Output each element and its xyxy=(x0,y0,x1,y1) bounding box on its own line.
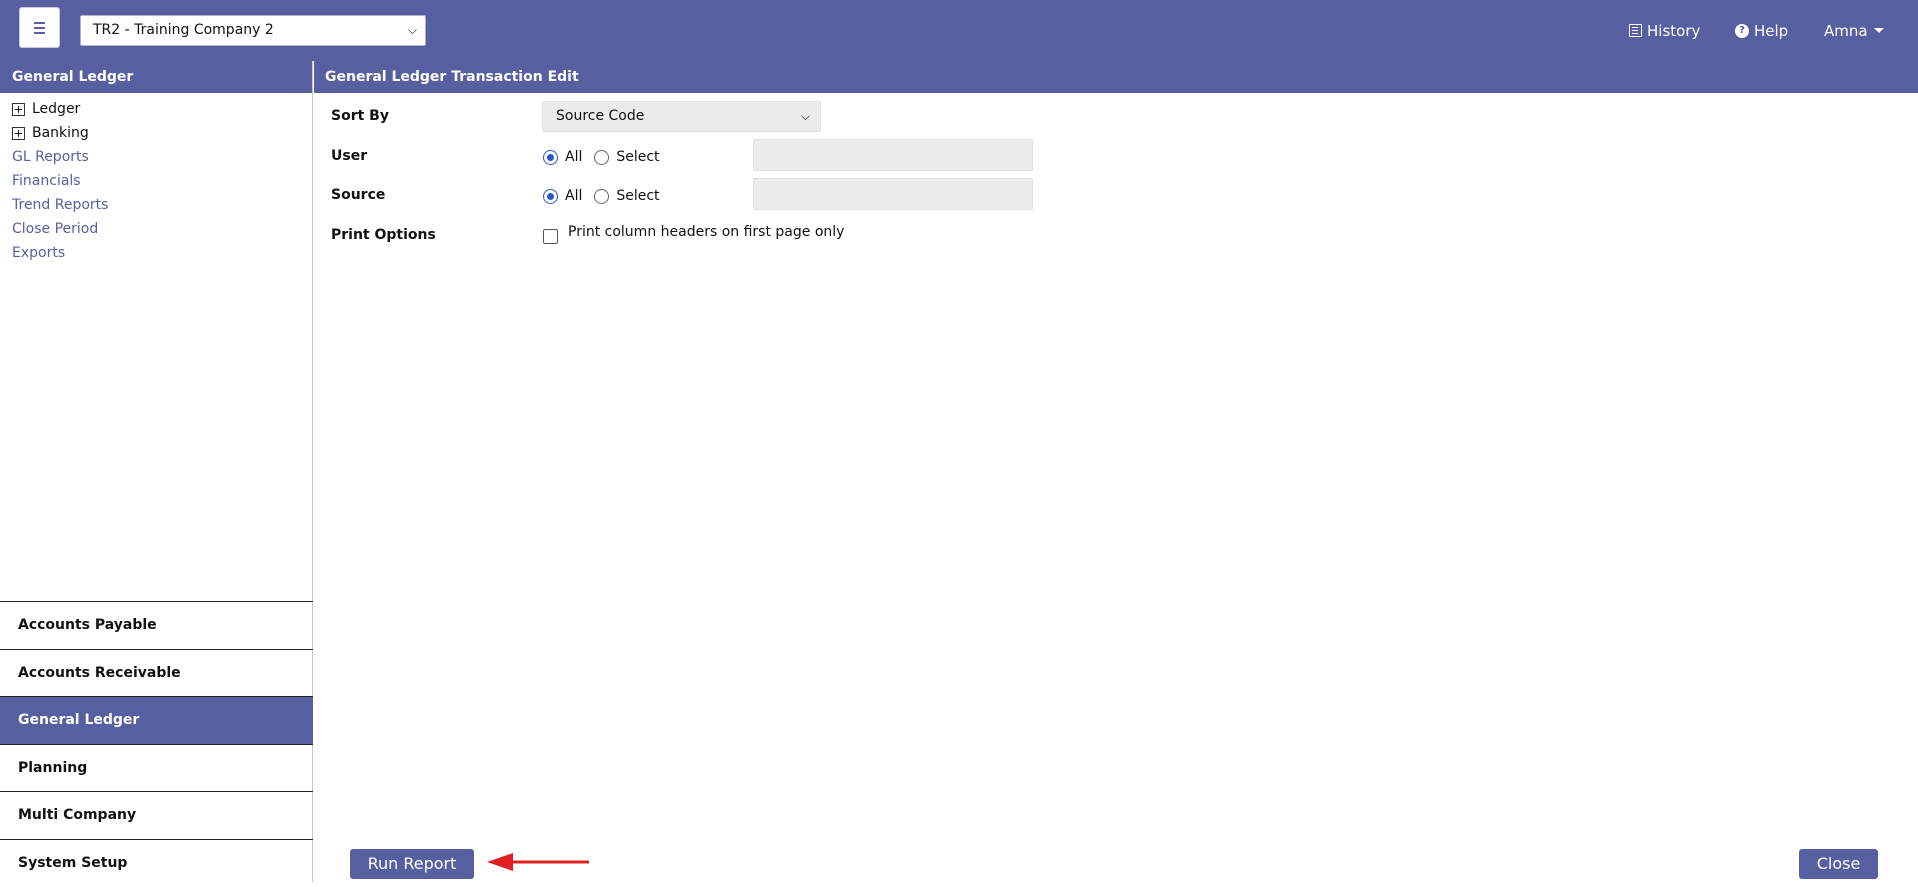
history-link[interactable]: History xyxy=(1629,0,1700,61)
user-all-label: All xyxy=(565,149,583,165)
module-accounts-payable[interactable]: Accounts Payable xyxy=(0,601,313,649)
hamburger-menu-button[interactable] xyxy=(19,7,60,48)
tree-item-label: Banking xyxy=(32,125,89,141)
tree-item-close-period[interactable]: Close Period xyxy=(12,217,312,241)
module-nav: Accounts Payable Accounts Receivable Gen… xyxy=(0,601,313,886)
sidebar-tree: Ledger Banking GL Reports Financials Tre… xyxy=(0,93,312,265)
annotation-arrow-icon xyxy=(487,853,589,871)
menu-icon xyxy=(34,21,45,24)
run-report-button[interactable]: Run Report xyxy=(350,849,474,879)
user-menu[interactable]: Amna xyxy=(1824,0,1884,61)
sidebar-title: General Ledger xyxy=(0,61,312,93)
sidebar: General Ledger Ledger Banking GL Reports… xyxy=(0,61,313,882)
print-options-label: Print Options xyxy=(331,227,436,243)
sort-by-label: Sort By xyxy=(331,108,389,124)
module-planning[interactable]: Planning xyxy=(0,743,313,792)
source-all-radio[interactable] xyxy=(543,188,558,204)
source-selection-field[interactable] xyxy=(753,178,1033,210)
expand-plus-icon[interactable] xyxy=(12,102,25,116)
module-multi-company[interactable]: Multi Company xyxy=(0,791,313,839)
expand-plus-icon[interactable] xyxy=(12,126,25,140)
top-bar: TR2 - Training Company 2 ⌵ History ? Hel… xyxy=(0,0,1918,61)
history-icon xyxy=(1629,24,1642,37)
help-label: Help xyxy=(1754,21,1789,40)
source-radio-group: All Select xyxy=(543,188,660,204)
help-link[interactable]: ? Help xyxy=(1735,0,1788,61)
module-accounts-receivable[interactable]: Accounts Receivable xyxy=(0,648,313,697)
user-selection-field[interactable] xyxy=(753,139,1033,171)
tree-item-label: Ledger xyxy=(32,101,81,117)
module-general-ledger[interactable]: General Ledger xyxy=(0,696,313,744)
company-select-value: TR2 - Training Company 2 xyxy=(93,22,274,38)
print-headers-checkbox[interactable] xyxy=(543,229,558,244)
module-system-setup[interactable]: System Setup xyxy=(0,838,313,887)
close-button[interactable]: Close xyxy=(1799,849,1878,879)
tree-item-ledger[interactable]: Ledger xyxy=(12,97,312,121)
source-select-radio[interactable] xyxy=(594,188,610,204)
source-select-label: Select xyxy=(616,188,660,204)
source-label: Source xyxy=(331,187,386,203)
help-icon: ? xyxy=(1735,23,1749,38)
print-headers-label: Print column headers on first page only xyxy=(568,224,845,240)
tree-item-banking[interactable]: Banking xyxy=(12,121,312,145)
chevron-down-icon: ⌵ xyxy=(800,109,810,123)
user-label: Amna xyxy=(1824,21,1868,40)
user-all-radio[interactable] xyxy=(543,149,558,165)
main-panel: General Ledger Transaction Edit Sort By … xyxy=(314,61,1918,882)
tree-item-financials[interactable]: Financials xyxy=(12,169,312,193)
source-all-label: All xyxy=(565,188,583,204)
sort-by-value: Source Code xyxy=(556,108,645,124)
sort-by-select[interactable]: Source Code ⌵ xyxy=(542,101,821,132)
tree-item-gl-reports[interactable]: GL Reports xyxy=(12,145,312,169)
company-select[interactable]: TR2 - Training Company 2 ⌵ xyxy=(80,15,426,46)
tree-item-exports[interactable]: Exports xyxy=(12,241,312,265)
tree-item-trend-reports[interactable]: Trend Reports xyxy=(12,193,312,217)
user-radio-group: All Select xyxy=(543,149,660,165)
caret-down-icon xyxy=(1873,28,1884,33)
chevron-down-icon: ⌵ xyxy=(407,23,417,37)
user-label: User xyxy=(331,148,368,164)
page-title: General Ledger Transaction Edit xyxy=(314,61,1918,93)
history-label: History xyxy=(1647,21,1701,40)
user-select-radio[interactable] xyxy=(594,149,610,165)
user-select-label: Select xyxy=(616,149,660,165)
